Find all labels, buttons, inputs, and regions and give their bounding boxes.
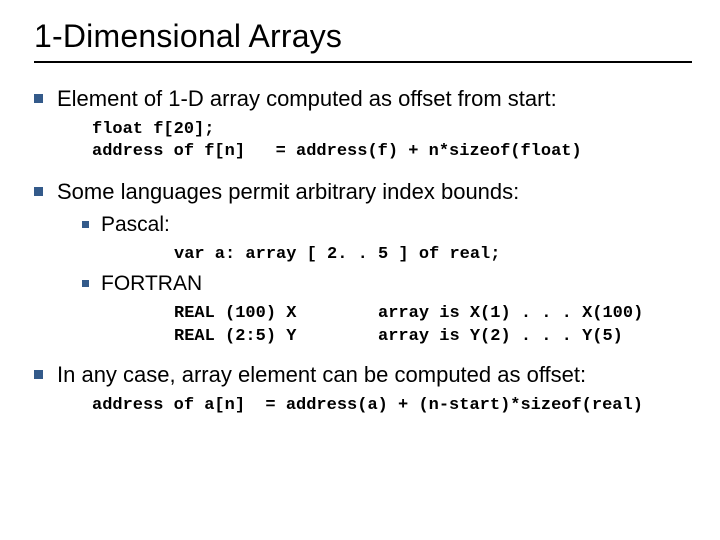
bullet-3-text: In any case, array element can be comput… (57, 361, 586, 389)
bullet-2-text: Some languages permit arbitrary index bo… (57, 178, 519, 206)
bullet-3: In any case, array element can be comput… (34, 361, 692, 389)
bullet-1-code: float f[20]; address of f[n] = address(f… (92, 119, 692, 165)
bullet-2: Some languages permit arbitrary index bo… (34, 178, 692, 206)
title-rule (34, 61, 692, 63)
bullet-3-code: address of a[n] = address(a) + (n-start)… (92, 395, 692, 418)
bullet-icon (82, 280, 89, 287)
bullet-icon (34, 94, 43, 103)
fortran-label: FORTRAN (101, 271, 202, 297)
pascal-code: var a: array [ 2. . 5 ] of real; (174, 244, 692, 267)
bullet-icon (34, 370, 43, 379)
bullet-1-text: Element of 1-D array computed as offset … (57, 85, 557, 113)
bullet-icon (82, 221, 89, 228)
pascal-label: Pascal: (101, 212, 170, 238)
slide: 1-Dimensional Arrays Element of 1-D arra… (0, 0, 720, 540)
sub-bullet-fortran: FORTRAN (82, 271, 692, 297)
fortran-code: REAL (100) X array is X(1) . . . X(100) … (174, 303, 692, 349)
sub-bullet-pascal: Pascal: (82, 212, 692, 238)
bullet-icon (34, 187, 43, 196)
slide-title: 1-Dimensional Arrays (34, 18, 692, 55)
bullet-1: Element of 1-D array computed as offset … (34, 85, 692, 113)
